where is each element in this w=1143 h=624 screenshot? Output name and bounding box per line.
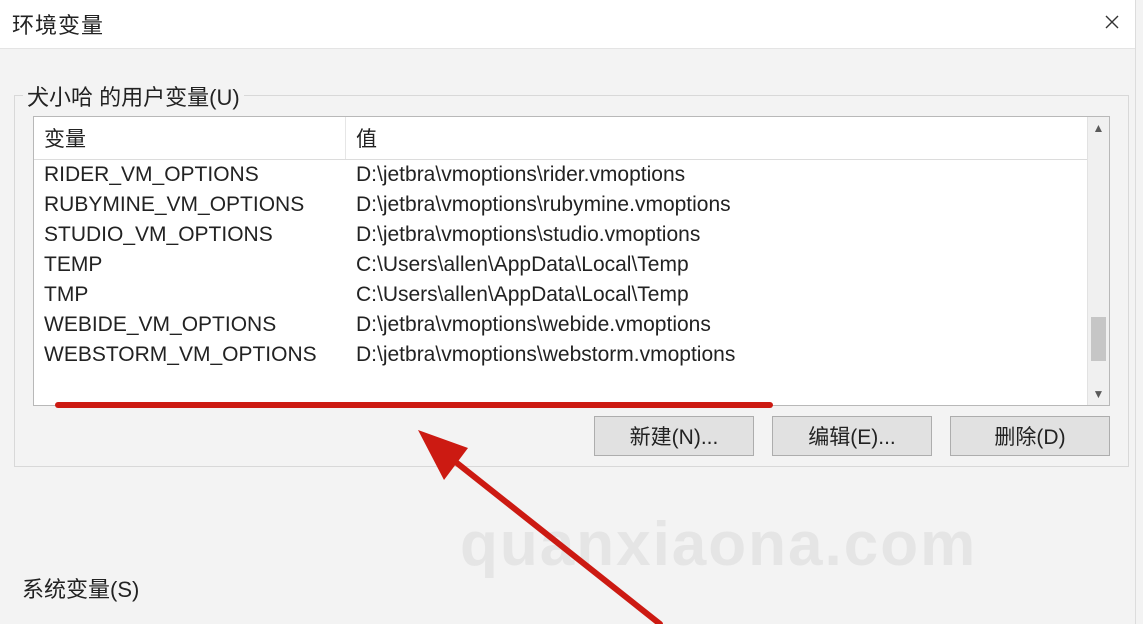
user-variables-list[interactable]: 变量 值 RIDER_VM_OPTIONSD:\jetbra\vmoptions… [33, 116, 1110, 406]
close-button[interactable] [1089, 0, 1135, 48]
user-variables-group: 犬小哈 的用户变量(U) 变量 值 RIDER_VM_OPTIONSD:\jet… [14, 95, 1129, 467]
chevron-down-icon: ▼ [1093, 387, 1105, 401]
cell-variable: WEBIDE_VM_OPTIONS [34, 310, 346, 340]
cell-variable: TMP [34, 280, 346, 310]
scroll-up-button[interactable]: ▲ [1088, 117, 1109, 139]
cell-value: C:\Users\allen\AppData\Local\Temp [346, 280, 1087, 310]
table-row[interactable]: WEBIDE_VM_OPTIONSD:\jetbra\vmoptions\web… [34, 310, 1087, 340]
vertical-scrollbar[interactable]: ▲ ▼ [1087, 117, 1109, 405]
window-title: 环境变量 [12, 8, 104, 40]
titlebar: 环境变量 [0, 0, 1143, 48]
system-variables-label: 系统变量(S) [22, 572, 139, 604]
user-variables-label: 犬小哈 的用户变量(U) [23, 80, 244, 112]
cell-value: D:\jetbra\vmoptions\webide.vmoptions [346, 310, 1087, 340]
cell-variable: TEMP [34, 250, 346, 280]
table-row[interactable]: RUBYMINE_VM_OPTIONSD:\jetbra\vmoptions\r… [34, 190, 1087, 220]
cell-value: D:\jetbra\vmoptions\rubymine.vmoptions [346, 190, 1087, 220]
column-header-variable[interactable]: 变量 [34, 117, 346, 159]
watermark-url: quanxiaona.com [460, 509, 977, 580]
table-row[interactable]: TEMPC:\Users\allen\AppData\Local\Temp [34, 250, 1087, 280]
cell-value: D:\jetbra\vmoptions\studio.vmoptions [346, 220, 1087, 250]
window-edge-sliver [1135, 0, 1143, 624]
table-row[interactable]: TMPC:\Users\allen\AppData\Local\Temp [34, 280, 1087, 310]
cell-value: D:\jetbra\vmoptions\rider.vmoptions [346, 160, 1087, 190]
column-header-value[interactable]: 值 [346, 117, 1087, 159]
table-row[interactable]: RIDER_VM_OPTIONSD:\jetbra\vmoptions\ride… [34, 160, 1087, 190]
close-icon [1104, 13, 1120, 36]
new-button[interactable]: 新建(N)... [594, 416, 754, 456]
cell-variable: WEBSTORM_VM_OPTIONS [34, 340, 346, 370]
cell-value: D:\jetbra\vmoptions\webstorm.vmoptions [346, 340, 1087, 370]
scroll-down-button[interactable]: ▼ [1088, 383, 1109, 405]
user-variables-buttons: 新建(N)... 编辑(E)... 删除(D) [594, 416, 1110, 456]
edit-button[interactable]: 编辑(E)... [772, 416, 932, 456]
delete-button[interactable]: 删除(D) [950, 416, 1110, 456]
scroll-thumb[interactable] [1091, 317, 1106, 361]
cell-variable: RIDER_VM_OPTIONS [34, 160, 346, 190]
list-header: 变量 值 [34, 117, 1087, 160]
cell-value: C:\Users\allen\AppData\Local\Temp [346, 250, 1087, 280]
table-row[interactable]: STUDIO_VM_OPTIONSD:\jetbra\vmoptions\stu… [34, 220, 1087, 250]
dialog-body: 哈教程 quanxiaona.com 犬小哈 的用户变量(U) 变量 值 RID… [0, 48, 1143, 624]
table-row[interactable]: WEBSTORM_VM_OPTIONSD:\jetbra\vmoptions\w… [34, 340, 1087, 370]
chevron-up-icon: ▲ [1093, 121, 1105, 135]
cell-variable: RUBYMINE_VM_OPTIONS [34, 190, 346, 220]
cell-variable: STUDIO_VM_OPTIONS [34, 220, 346, 250]
